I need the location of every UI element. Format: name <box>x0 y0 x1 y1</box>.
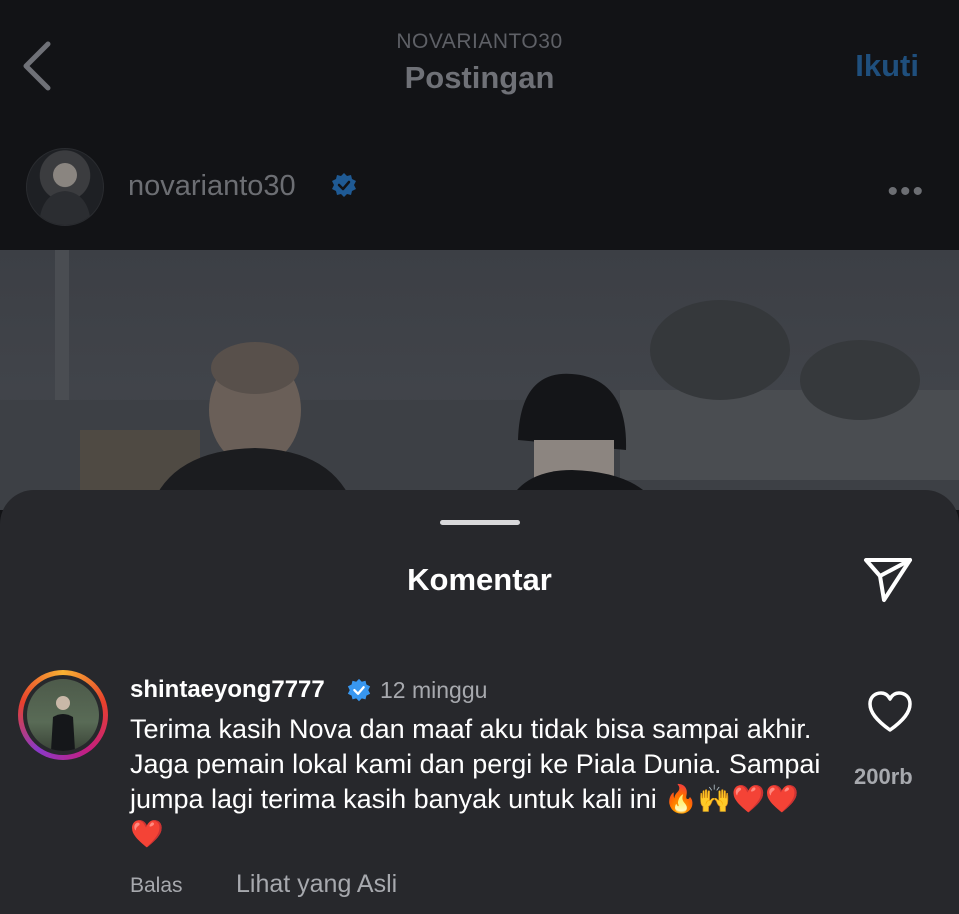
heart-icon <box>868 691 912 732</box>
comment-timestamp: 12 minggu <box>380 677 488 703</box>
post-author-row: novarianto30 ••• <box>0 120 959 250</box>
sheet-drag-handle[interactable] <box>440 520 520 525</box>
commenter-username[interactable]: shintaeyong7777 <box>130 676 325 704</box>
verified-badge-icon <box>347 678 371 702</box>
more-options-icon[interactable]: ••• <box>887 175 925 209</box>
comments-title: Komentar <box>407 562 552 597</box>
commenter-avatar[interactable] <box>18 670 108 760</box>
post-photo <box>0 250 959 510</box>
commenter-avatar-image <box>27 679 99 751</box>
comment-text: Terima kasih Nova dan maaf aku tidak bis… <box>130 714 821 849</box>
follow-button[interactable]: Ikuti <box>855 48 919 84</box>
post-photo-image <box>0 250 959 510</box>
share-button[interactable] <box>860 554 916 606</box>
like-count: 200rb <box>854 764 913 789</box>
author-avatar[interactable] <box>26 148 104 226</box>
header-account-name: NOVARIANTO30 <box>396 30 563 53</box>
verified-badge-icon <box>332 173 356 197</box>
author-avatar-image <box>39 163 91 225</box>
comments-sheet: Komentar shintaeyong7777 12 minggu Terim… <box>0 490 959 914</box>
author-username[interactable]: novarianto30 <box>128 170 296 203</box>
page-title: Postingan <box>404 60 555 95</box>
like-comment-button[interactable] <box>866 690 914 734</box>
send-share-icon <box>864 558 912 602</box>
see-original-button[interactable]: Lihat yang Asli <box>236 870 397 899</box>
reply-button[interactable]: Balas <box>130 874 183 898</box>
top-bar: NOVARIANTO30 Postingan Ikuti <box>0 0 959 120</box>
